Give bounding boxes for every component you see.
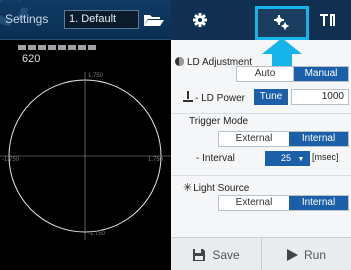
preset-select[interactable]: 1. Default bbox=[64, 10, 139, 29]
interval-value: 25 bbox=[281, 153, 292, 163]
ld-adjustment-manual[interactable]: Manual bbox=[293, 67, 348, 81]
save-button[interactable]: Save bbox=[171, 238, 261, 270]
interval-select[interactable]: 25 ▼ bbox=[265, 151, 310, 166]
interval-unit: [msec] bbox=[312, 152, 339, 162]
trigger-mode-title: Trigger Mode bbox=[189, 116, 249, 127]
ld-power-label: - LD Power bbox=[195, 93, 246, 104]
adjust-icon bbox=[175, 57, 184, 66]
trigger-mode-internal[interactable]: Internal bbox=[289, 132, 348, 146]
scope-bottom-label: -1.750 bbox=[88, 231, 106, 237]
light-icon: ✳ bbox=[183, 182, 193, 194]
scope-display: 1.750 -1.750 -1.750 1.750 bbox=[0, 72, 171, 240]
divider bbox=[171, 175, 351, 176]
settings-label: Settings bbox=[5, 12, 49, 26]
tab-general[interactable] bbox=[177, 0, 223, 40]
viewer-footer bbox=[0, 240, 171, 270]
trigger-mode-external[interactable]: External bbox=[219, 132, 289, 146]
trigger-mode-toggle: External Internal bbox=[218, 131, 349, 147]
tab-antenna[interactable] bbox=[309, 0, 351, 40]
play-icon bbox=[286, 248, 298, 261]
scope-right-label: 1.750 bbox=[148, 157, 164, 163]
light-source-toggle: External Internal bbox=[218, 195, 349, 211]
scope-left-label: -1.750 bbox=[2, 157, 20, 163]
divider bbox=[171, 113, 351, 114]
chevron-down-icon: ▼ bbox=[297, 156, 305, 163]
ld-adjustment-toggle: Auto Manual bbox=[236, 66, 349, 82]
tab-tools[interactable] bbox=[255, 6, 309, 40]
value-readout: 620 bbox=[22, 53, 41, 65]
folder-icon[interactable] bbox=[143, 13, 165, 27]
antenna-icon bbox=[320, 14, 335, 26]
tools-icon bbox=[274, 15, 289, 30]
scope-plot bbox=[0, 72, 171, 240]
viewer-header: Settings 1. Default bbox=[0, 0, 171, 40]
save-label: Save bbox=[212, 247, 240, 262]
run-button[interactable]: Run bbox=[261, 238, 351, 270]
save-icon bbox=[193, 248, 206, 261]
light-source-label: Light Source bbox=[193, 183, 250, 194]
tab-bar bbox=[171, 0, 351, 40]
action-footer: Save Run bbox=[171, 237, 351, 270]
settings-panel: LD Adjustment Auto Manual - LD Power Tun… bbox=[171, 0, 351, 270]
ld-adjustment-auto[interactable]: Auto bbox=[237, 67, 293, 81]
level-bars bbox=[18, 45, 98, 50]
light-source-external[interactable]: External bbox=[219, 196, 289, 210]
ld-power-input[interactable]: 1000 bbox=[291, 89, 349, 105]
run-label: Run bbox=[303, 247, 326, 262]
viewer-panel: Settings 1. Default 620 1.750 -1.750 -1.… bbox=[0, 0, 171, 270]
gear-icon bbox=[193, 13, 207, 27]
light-source-internal[interactable]: Internal bbox=[289, 196, 348, 210]
tune-button[interactable]: Tune bbox=[254, 89, 288, 105]
scope-top-label: 1.750 bbox=[88, 73, 104, 79]
ld-power-icon bbox=[183, 91, 193, 102]
light-source-title: ✳Light Source bbox=[171, 181, 351, 194]
